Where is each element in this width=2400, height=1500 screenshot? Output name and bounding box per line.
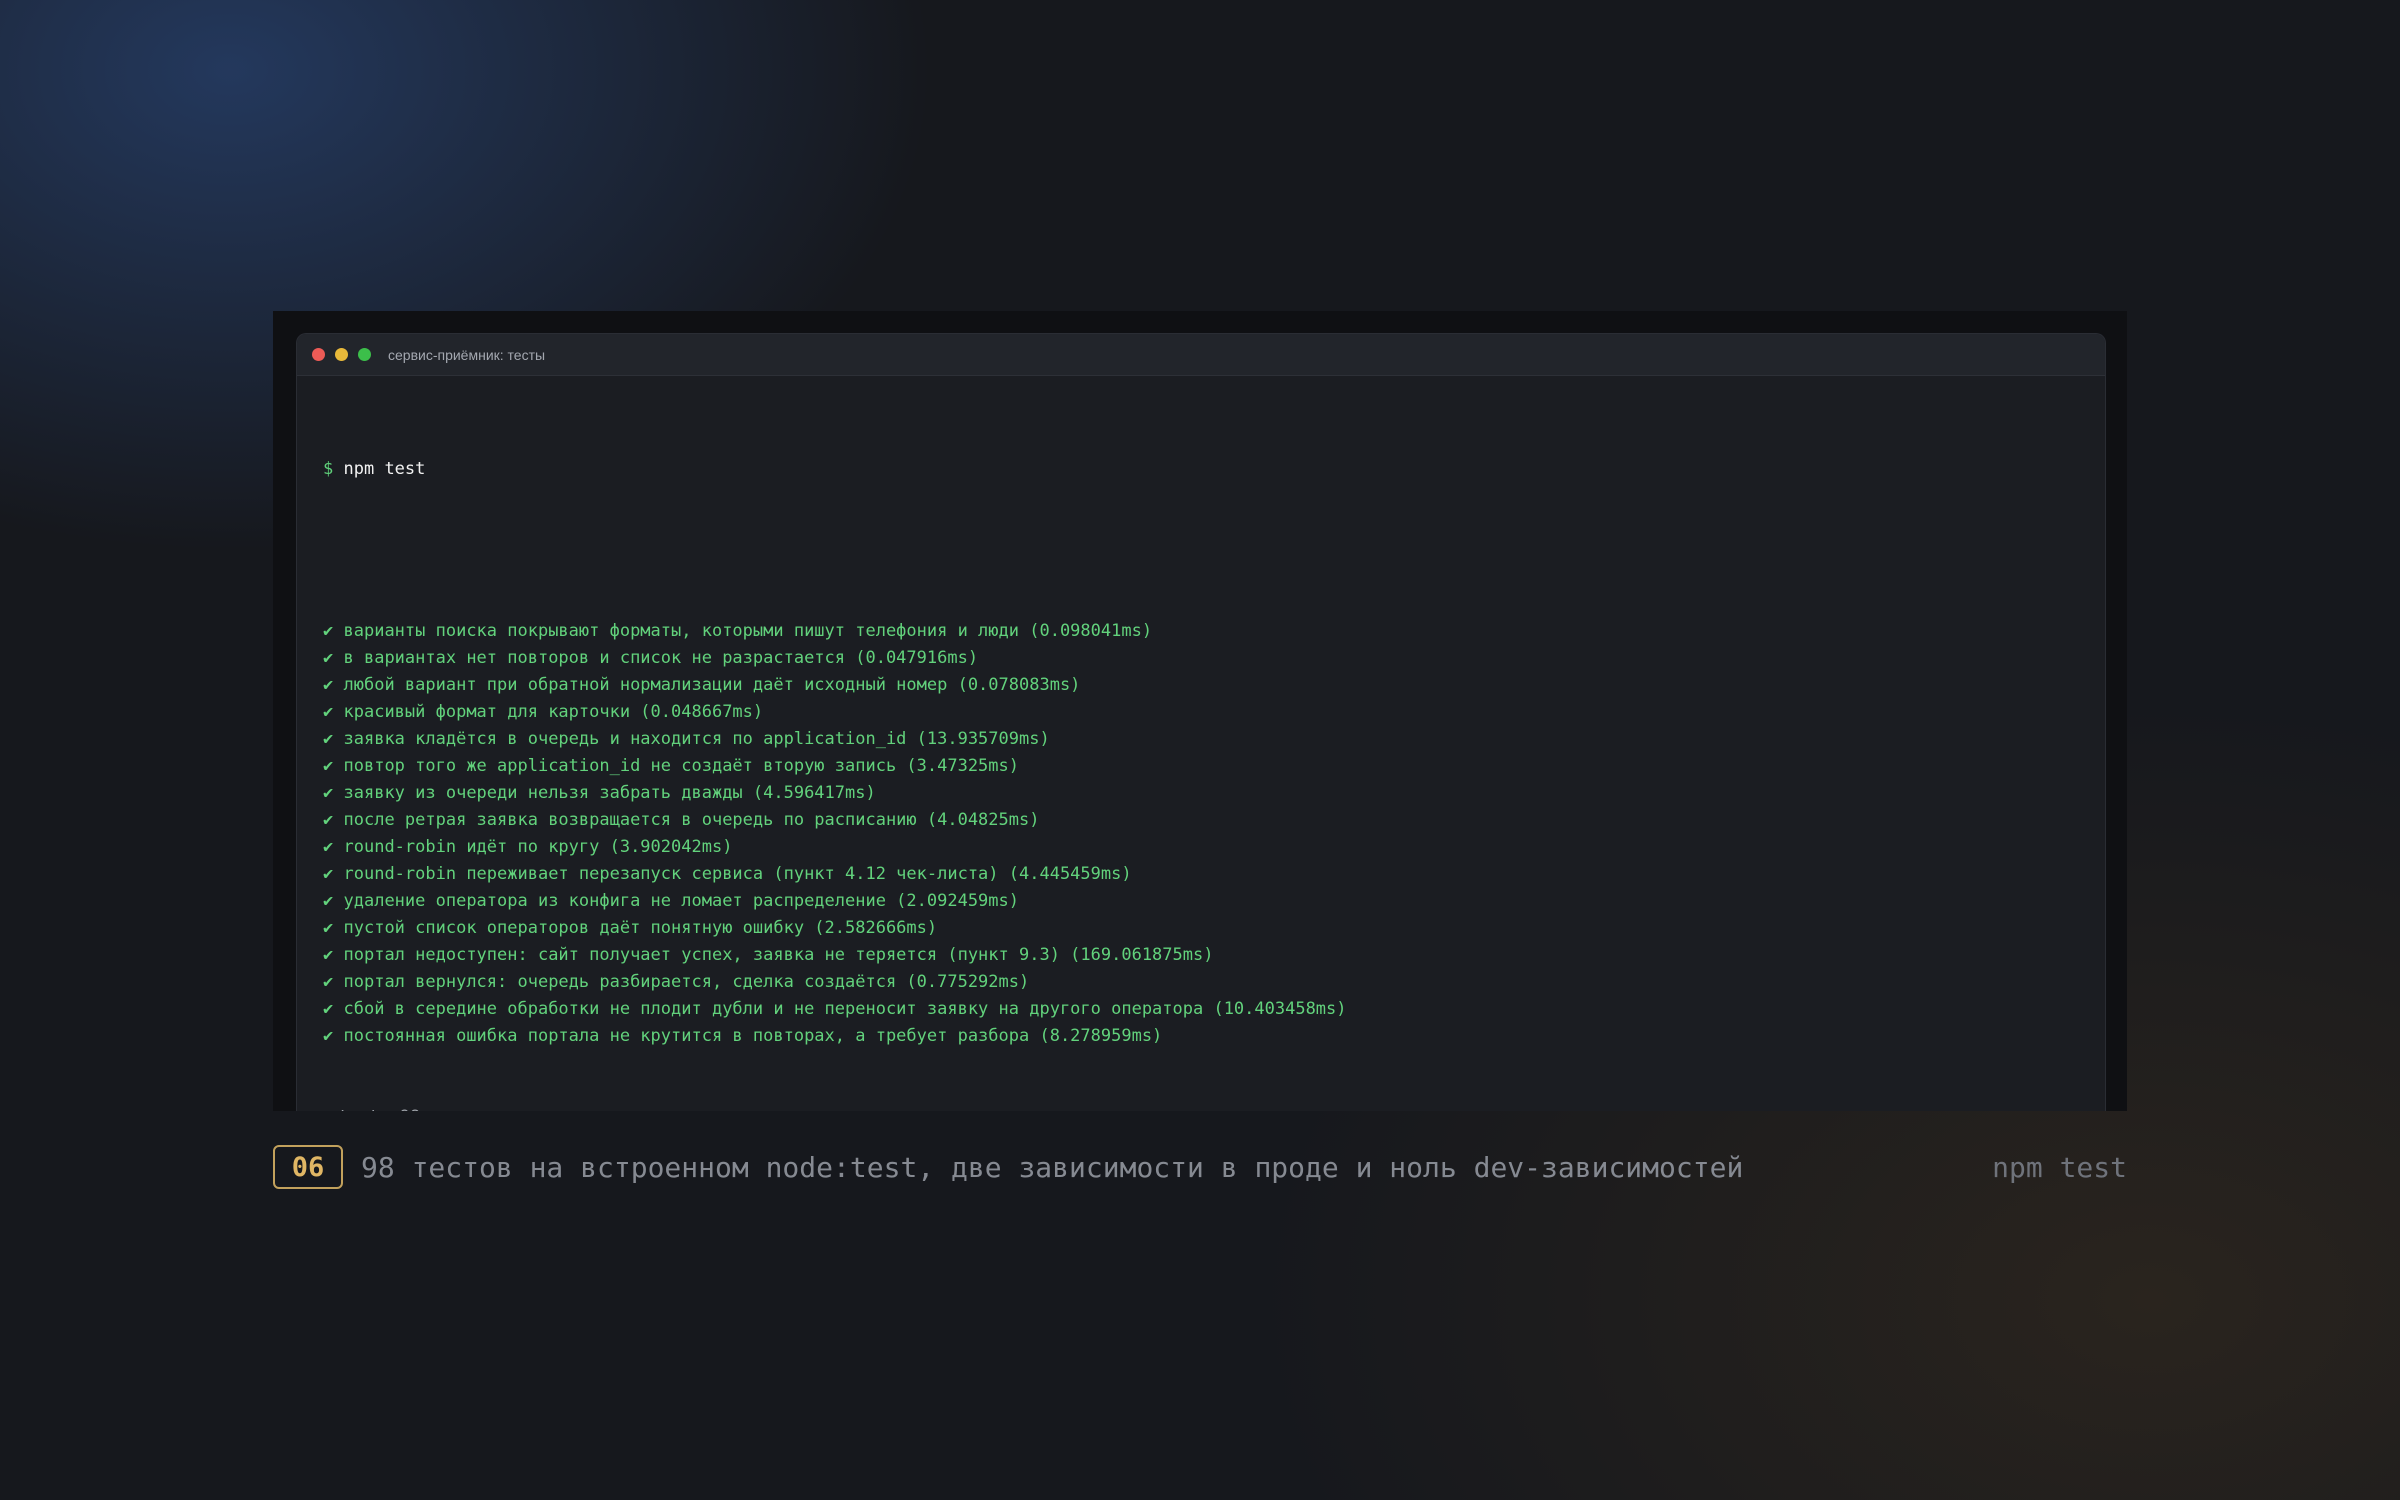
- checkmark-icon: ✔: [323, 864, 334, 884]
- test-result-text: любой вариант при обратной нормализации …: [343, 675, 1081, 695]
- test-result-line: ✔ round-robin идёт по кругу (3.902042ms): [323, 834, 2105, 861]
- slide-caption: 06 98 тестов на встроенном node:test, дв…: [273, 1144, 2127, 1190]
- prompt-symbol: $: [323, 459, 334, 479]
- checkmark-icon: ✔: [323, 648, 334, 668]
- terminal-output[interactable]: $ npm test ✔ варианты поиска покрывают ф…: [297, 376, 2105, 1111]
- checkmark-icon: ✔: [323, 837, 334, 857]
- slide-number-badge: 06: [273, 1145, 343, 1189]
- zoom-button[interactable]: [358, 348, 371, 361]
- test-result-text: портал недоступен: сайт получает успех, …: [343, 945, 1214, 965]
- checkmark-icon: ✔: [323, 702, 334, 722]
- test-result-line: ✔ любой вариант при обратной нормализаци…: [323, 672, 2105, 699]
- command-text: npm test: [343, 459, 426, 479]
- checkmark-icon: ✔: [323, 945, 334, 965]
- test-result-line: ✔ красивый формат для карточки (0.048667…: [323, 699, 2105, 726]
- checkmark-icon: ✔: [323, 621, 334, 641]
- test-result-text: повтор того же application_id не создаёт…: [343, 756, 1020, 776]
- test-result-text: round-robin переживает перезапуск сервис…: [343, 864, 1132, 884]
- checkmark-icon: ✔: [323, 729, 334, 749]
- test-result-line: ✔ повтор того же application_id не созда…: [323, 753, 2105, 780]
- checkmark-icon: ✔: [323, 1026, 334, 1046]
- command-prompt-line: $ npm test: [323, 456, 2105, 483]
- checkmark-icon: ✔: [323, 810, 334, 830]
- test-result-text: заявка кладётся в очередь и находится по…: [343, 729, 1050, 749]
- test-result-text: заявку из очереди нельзя забрать дважды …: [343, 783, 876, 803]
- test-result-text: в вариантах нет повторов и список не раз…: [343, 648, 979, 668]
- window-titlebar: сервис-приёмник: тесты: [297, 334, 2105, 376]
- test-result-line: ✔ постоянная ошибка портала не крутится …: [323, 1023, 2105, 1050]
- test-result-text: round-robin идёт по кругу (3.902042ms): [343, 837, 733, 857]
- test-result-line: ✔ после ретрая заявка возвращается в оче…: [323, 807, 2105, 834]
- test-result-text: портал вернулся: очередь разбирается, сд…: [343, 972, 1030, 992]
- test-result-line: ✔ портал недоступен: сайт получает успех…: [323, 942, 2105, 969]
- checkmark-icon: ✔: [323, 999, 334, 1019]
- caption-text: 98 тестов на встроенном node:test, две з…: [361, 1150, 1744, 1184]
- checkmark-icon: ✔: [323, 675, 334, 695]
- checkmark-icon: ✔: [323, 972, 334, 992]
- test-result-line: ✔ портал вернулся: очередь разбирается, …: [323, 969, 2105, 996]
- caption-command: npm test: [1992, 1150, 2127, 1184]
- passed-tests-list: ✔ варианты поиска покрывают форматы, кот…: [323, 618, 2105, 1050]
- test-result-text: удаление оператора из конфига не ломает …: [343, 891, 1020, 911]
- checkmark-icon: ✔: [323, 783, 334, 803]
- test-result-line: ✔ варианты поиска покрывают форматы, кот…: [323, 618, 2105, 645]
- close-button[interactable]: [312, 348, 325, 361]
- checkmark-icon: ✔: [323, 756, 334, 776]
- test-result-line: ✔ пустой список операторов даёт понятную…: [323, 915, 2105, 942]
- test-result-text: сбой в середине обработки не плодит дубл…: [343, 999, 1347, 1019]
- summary-text: tests 98: [338, 1107, 420, 1111]
- test-result-text: варианты поиска покрывают форматы, котор…: [343, 621, 1153, 641]
- minimize-button[interactable]: [335, 348, 348, 361]
- test-result-text: после ретрая заявка возвращается в очере…: [343, 810, 1040, 830]
- test-result-text: красивый формат для карточки (0.048667ms…: [343, 702, 764, 722]
- summary-list: ℹ tests 98ℹ suites 0ℹ pass 98ℹ fail 0ℹ c…: [323, 1104, 2105, 1111]
- summary-line: ℹ tests 98: [323, 1104, 2105, 1111]
- test-result-text: пустой список операторов даёт понятную о…: [343, 918, 938, 938]
- terminal-window: сервис-приёмник: тесты $ npm test ✔ вари…: [296, 333, 2106, 1111]
- checkmark-icon: ✔: [323, 918, 334, 938]
- test-result-text: постоянная ошибка портала не крутится в …: [343, 1026, 1163, 1046]
- checkmark-icon: ✔: [323, 891, 334, 911]
- test-result-line: ✔ удаление оператора из конфига не ломае…: [323, 888, 2105, 915]
- window-title: сервис-приёмник: тесты: [388, 346, 546, 363]
- test-result-line: ✔ в вариантах нет повторов и список не р…: [323, 645, 2105, 672]
- test-result-line: ✔ round-robin переживает перезапуск серв…: [323, 861, 2105, 888]
- test-result-line: ✔ заявка кладётся в очередь и находится …: [323, 726, 2105, 753]
- test-result-line: ✔ заявку из очереди нельзя забрать дважд…: [323, 780, 2105, 807]
- test-result-line: ✔ сбой в середине обработки не плодит ду…: [323, 996, 2105, 1023]
